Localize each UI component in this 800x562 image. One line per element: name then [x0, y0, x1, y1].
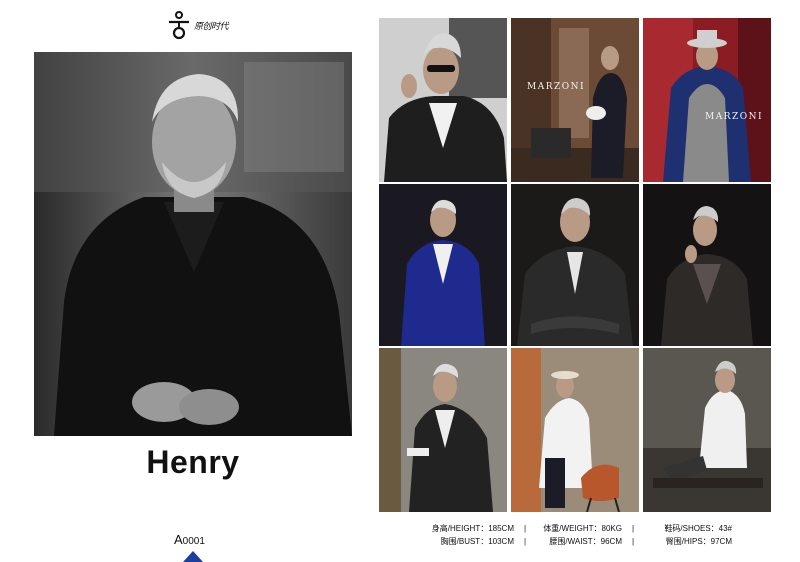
hero-portrait — [34, 52, 352, 436]
model-code: A0001 — [174, 532, 205, 547]
model-stats: 身高/HEIGHT：185CM | 体重/WEIGHT：80KG | 鞋码/SH… — [408, 522, 738, 548]
hero-portrait-illustration — [34, 52, 352, 436]
stat-waist: 腰围/WAIST：96CM — [549, 537, 622, 546]
gallery-photo-5 — [511, 184, 639, 346]
brand-watermark-1: MARZONI — [527, 82, 586, 92]
gallery-photo-7 — [379, 348, 507, 512]
gallery-photo-6 — [643, 184, 771, 346]
gallery-photo-8 — [511, 348, 639, 512]
brand-logo: 原创时代 — [160, 8, 250, 42]
stat-weight: 体重/WEIGHT：80KG — [543, 524, 622, 533]
photo-7-illustration — [379, 348, 507, 512]
triangle-marker-icon — [183, 551, 203, 562]
gallery-photo-1 — [379, 18, 507, 182]
stats-row-1: 身高/HEIGHT：185CM | 体重/WEIGHT：80KG | 鞋码/SH… — [408, 522, 738, 535]
logo-mark-icon — [169, 11, 189, 40]
photo-3-illustration — [643, 18, 771, 182]
gallery-photo-9 — [643, 348, 771, 512]
stat-bust: 胸围/BUST：103CM — [440, 537, 514, 546]
logo-text: 原创时代 — [194, 22, 229, 32]
photo-6-illustration — [643, 184, 771, 346]
stat-separator: | — [631, 524, 635, 533]
model-code-number: 0001 — [182, 536, 205, 547]
gallery-photo-3: MARZONI — [643, 18, 771, 182]
stat-separator: | — [631, 537, 635, 546]
photo-4-illustration — [379, 184, 507, 346]
photo-9-illustration — [643, 348, 771, 512]
photo-gallery: MARZONI MARZONI — [379, 18, 771, 512]
stats-row-2: 胸围/BUST：103CM | 腰围/WAIST：96CM | 臀围/HIPS：… — [408, 535, 738, 548]
photo-1-illustration — [379, 18, 507, 182]
stat-separator: | — [523, 524, 527, 533]
model-code-prefix: A — [174, 532, 183, 547]
model-name: Henry — [146, 444, 240, 480]
stat-separator: | — [523, 537, 527, 546]
photo-2-illustration — [511, 18, 639, 182]
photo-5-illustration — [511, 184, 639, 346]
gallery-photo-4 — [379, 184, 507, 346]
stat-shoes: 鞋码/SHOES：43# — [664, 524, 732, 533]
gallery-photo-2: MARZONI — [511, 18, 639, 182]
stat-hips: 臀围/HIPS：97CM — [665, 537, 732, 546]
brand-watermark-2: MARZONI — [705, 112, 764, 122]
stat-height: 身高/HEIGHT：185CM — [431, 524, 514, 533]
photo-8-illustration — [511, 348, 639, 512]
